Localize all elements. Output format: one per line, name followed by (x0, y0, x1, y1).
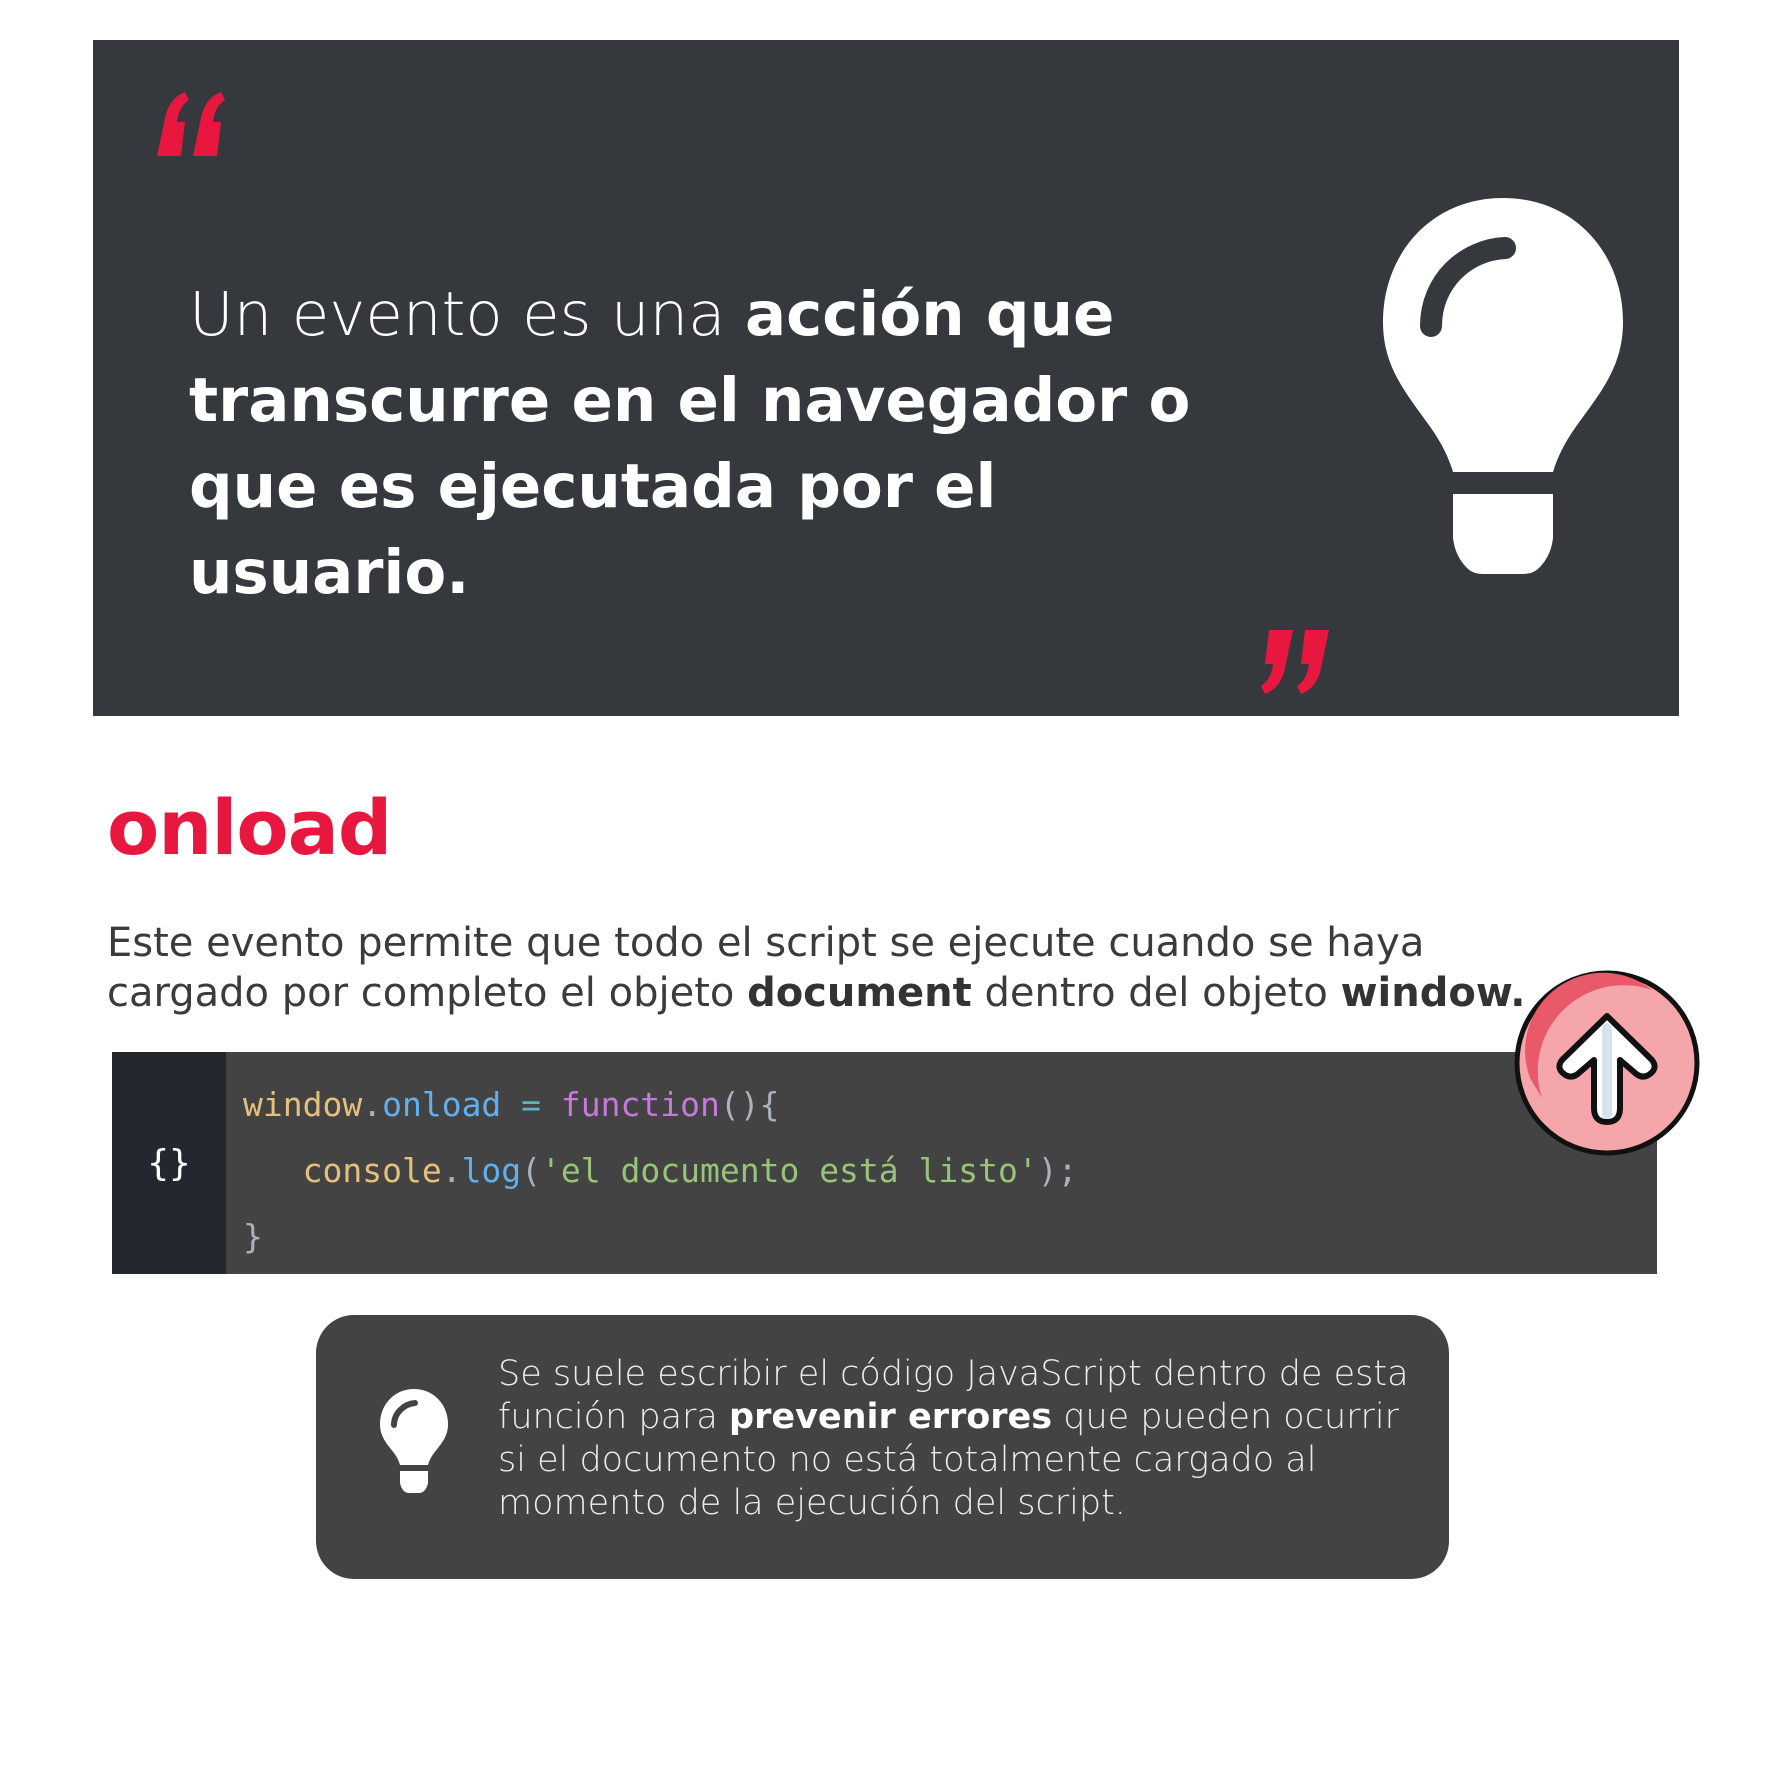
lightbulb-icon (1383, 198, 1623, 574)
quote-banner: Un evento es una acción que transcurre e… (93, 40, 1679, 716)
scroll-up-button[interactable] (1512, 968, 1702, 1158)
code-block: {} window.onload = function(){ console.l… (112, 1052, 1657, 1274)
lightbulb-icon (380, 1389, 448, 1493)
code-line-3: } (243, 1217, 263, 1256)
code-braces-icon: {} (147, 1142, 191, 1184)
quote-close-icon (1261, 630, 1329, 694)
quote-open-icon (157, 92, 225, 156)
code-line-1: window.onload = function(){ (243, 1085, 780, 1124)
intro-text: Este evento permite que todo el script s… (107, 920, 1526, 1016)
quote-text: Un evento es una acción que transcurre e… (189, 279, 1191, 608)
section-title: onload (107, 783, 392, 872)
tip-text: Se suele escribir el código JavaScript d… (498, 1354, 1409, 1523)
code-line-2: console.log('el documento está listo'); (302, 1151, 1078, 1190)
tip-box: Se suele escribir el código JavaScript d… (316, 1315, 1449, 1579)
code-lines: window.onload = function(){ console.log(… (243, 1072, 1078, 1270)
